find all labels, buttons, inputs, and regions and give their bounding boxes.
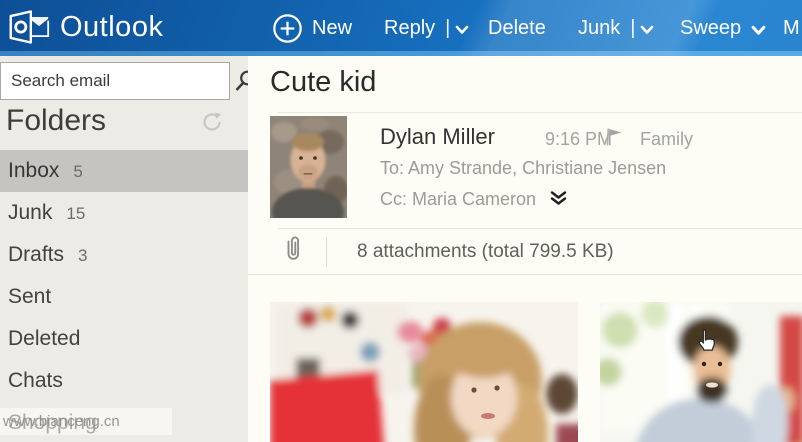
reply-divider: | xyxy=(445,16,451,39)
attachments-summary[interactable]: 8 attachments (total 799.5 KB) xyxy=(357,241,614,263)
attachment-photo-girl[interactable] xyxy=(270,302,578,442)
sidebar-item-drafts[interactable]: Drafts 3 xyxy=(0,234,248,276)
folder-count: 3 xyxy=(78,246,88,265)
chevron-down-icon[interactable] xyxy=(455,25,469,35)
flag-icon[interactable] xyxy=(603,126,625,153)
attachment-icon[interactable] xyxy=(282,234,304,269)
cc-row: Cc: Maria Cameron xyxy=(380,188,567,211)
to-recipients[interactable]: To: Amy Strande, Christiane Jensen xyxy=(380,158,666,179)
folder-label: Junk xyxy=(8,201,53,224)
new-plus-icon xyxy=(273,13,302,43)
folder-label: Sent xyxy=(8,285,52,308)
chevron-down-icon xyxy=(751,25,766,35)
message-time: 9:16 PM xyxy=(545,129,613,149)
folders-sidebar: Folders Inbox 5 Junk 15 Drafts 3 Sent De… xyxy=(0,56,255,442)
new-button[interactable]: New xyxy=(272,0,352,56)
junk-label: Junk xyxy=(578,16,621,39)
sidebar-item-chats[interactable]: Chats xyxy=(0,360,248,402)
junk-divider: | xyxy=(630,16,636,39)
delete-label: Delete xyxy=(488,16,546,39)
watermark: www.bianceng.cn xyxy=(0,408,172,435)
chevron-down-icon[interactable] xyxy=(640,25,654,35)
folders-title: Folders xyxy=(6,103,107,137)
vertical-divider xyxy=(326,236,327,267)
divider xyxy=(248,274,802,275)
refresh-icon[interactable] xyxy=(200,110,224,139)
folder-list: Inbox 5 Junk 15 Drafts 3 Sent Deleted Ch… xyxy=(0,150,248,442)
folder-label: Deleted xyxy=(8,327,81,350)
email-subject: Cute kid xyxy=(270,66,377,98)
sweep-label: Sweep xyxy=(680,16,742,39)
junk-button[interactable]: Junk | xyxy=(578,0,654,56)
toolbar: Outlook New Reply | Delete Junk | Sweep … xyxy=(0,0,802,56)
expand-details-icon[interactable] xyxy=(550,191,567,211)
cc-recipients[interactable]: Cc: Maria Cameron xyxy=(380,189,536,210)
search-input[interactable] xyxy=(1,71,232,91)
sender-name[interactable]: Dylan Miller xyxy=(380,124,495,150)
move-to-label: M xyxy=(783,16,800,39)
outlook-logo-icon xyxy=(9,10,50,44)
outlook-brand[interactable]: Outlook xyxy=(8,7,163,47)
folder-label: Chats xyxy=(8,369,63,392)
message-header: Dylan Miller 9:16 PM Family To: Amy Stra… xyxy=(380,116,802,228)
sweep-button[interactable]: Sweep xyxy=(680,0,766,56)
sidebar-item-junk[interactable]: Junk 15 xyxy=(0,192,248,234)
sidebar-item-inbox[interactable]: Inbox 5 xyxy=(0,150,248,192)
delete-button[interactable]: Delete xyxy=(488,0,546,56)
category-label[interactable]: Family xyxy=(640,129,693,150)
folder-count: 5 xyxy=(73,162,83,181)
sidebar-item-deleted[interactable]: Deleted xyxy=(0,318,248,360)
brand-title: Outlook xyxy=(60,10,164,43)
reply-label: Reply xyxy=(384,16,436,39)
reading-pane: Cute kid Dylan Miller 9:16 PM Family To:… xyxy=(248,56,802,442)
folder-count: 15 xyxy=(66,204,86,223)
folders-header: Folders xyxy=(6,102,242,139)
sender-avatar[interactable] xyxy=(270,116,347,218)
new-label: New xyxy=(312,16,353,39)
attachment-photo-man[interactable] xyxy=(600,302,802,442)
folder-label: Inbox xyxy=(8,159,60,182)
search-box[interactable] xyxy=(0,62,255,100)
move-to-button-clipped[interactable]: M xyxy=(783,0,800,56)
folder-label: Drafts xyxy=(8,243,65,266)
attachments-bar: 8 attachments (total 799.5 KB) xyxy=(248,229,802,274)
divider xyxy=(278,112,802,113)
reply-button[interactable]: Reply | xyxy=(384,0,469,56)
sidebar-item-sent[interactable]: Sent xyxy=(0,276,248,318)
